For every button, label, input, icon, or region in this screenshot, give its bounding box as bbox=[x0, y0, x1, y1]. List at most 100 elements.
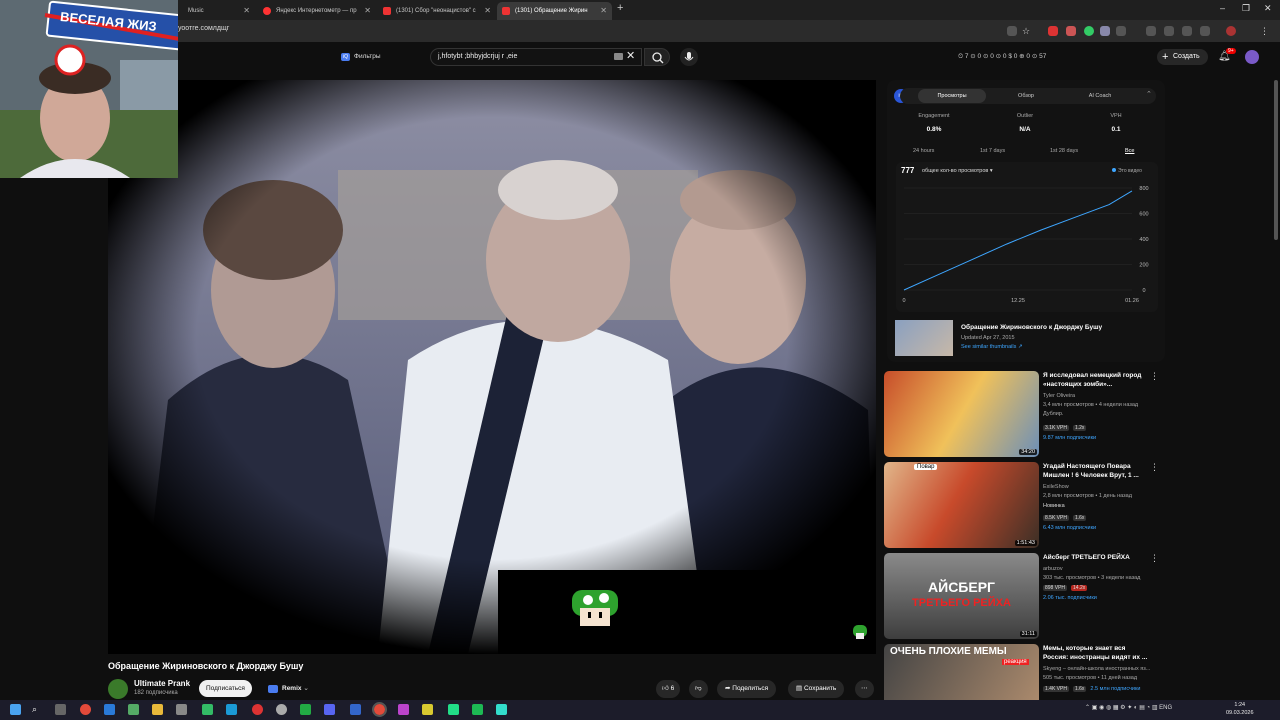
folder-icon[interactable] bbox=[152, 704, 163, 715]
app-icon[interactable] bbox=[128, 704, 139, 715]
app-icon[interactable] bbox=[176, 704, 187, 715]
like-button[interactable]: 👍︎ 6 bbox=[656, 680, 681, 698]
more-icon[interactable]: ⋮ bbox=[1150, 371, 1159, 382]
tab-music[interactable]: Music ✕ bbox=[170, 2, 255, 20]
more-icon[interactable]: ⋮ bbox=[1150, 462, 1159, 473]
close-icon[interactable]: ✕ bbox=[243, 2, 250, 20]
app-icon[interactable] bbox=[252, 704, 263, 715]
sidebar-icon[interactable] bbox=[1164, 26, 1174, 36]
app-icon[interactable] bbox=[104, 704, 115, 715]
extension-icon[interactable] bbox=[1200, 26, 1210, 36]
save-button[interactable]: ▤ Сохранить bbox=[788, 680, 845, 698]
more-actions-button[interactable]: ⋯ bbox=[855, 680, 874, 698]
channel-avatar[interactable] bbox=[108, 679, 128, 699]
range-28d[interactable]: 1st 28 days bbox=[1050, 148, 1078, 154]
views-metric-select[interactable]: общее кол-во просмотров ▾ bbox=[922, 168, 993, 174]
telegram-icon[interactable] bbox=[226, 704, 237, 715]
rec-channel[interactable]: Tyler Oliveira bbox=[1043, 393, 1075, 399]
search-icon[interactable]: ⌕ bbox=[32, 704, 43, 715]
search-button[interactable] bbox=[644, 48, 670, 66]
app-icon[interactable] bbox=[202, 704, 213, 715]
extension-icon[interactable] bbox=[1066, 26, 1076, 36]
profile-icon[interactable] bbox=[1226, 26, 1236, 36]
tab-views[interactable]: Просмотры bbox=[918, 89, 986, 103]
new-tab-button[interactable]: + bbox=[617, 2, 623, 14]
similar-thumbnails-link[interactable]: See similar thumbnails ↗ bbox=[961, 344, 1022, 350]
share-label: Поделиться bbox=[732, 685, 769, 692]
puzzle-icon[interactable] bbox=[1146, 26, 1156, 36]
keyboard-icon[interactable] bbox=[614, 53, 623, 60]
subscribe-button[interactable]: Подписаться bbox=[199, 680, 252, 697]
channel-name[interactable]: Ultimate Prank bbox=[134, 679, 190, 688]
task-view-icon[interactable] bbox=[55, 704, 66, 715]
tab-overview[interactable]: Обзор bbox=[992, 89, 1060, 103]
tab-yandex[interactable]: Яндекс Интернетометр — пр ✕ bbox=[258, 2, 376, 20]
recommendation-item[interactable]: Повар 1:51:43 Угадай Настоящего Повара М… bbox=[884, 462, 1159, 550]
recommendation-item[interactable]: 34:20 Я исследовал немецкий город «насто… bbox=[884, 371, 1159, 459]
close-window-icon[interactable]: ✕ bbox=[1264, 3, 1272, 14]
spotify-icon[interactable] bbox=[472, 704, 483, 715]
close-icon[interactable]: ✕ bbox=[484, 2, 491, 20]
app-icon[interactable] bbox=[422, 704, 433, 715]
app-icon[interactable] bbox=[448, 704, 459, 715]
download-icon[interactable] bbox=[1182, 26, 1192, 36]
extension-icon[interactable] bbox=[1048, 26, 1058, 36]
rec-channel[interactable]: arbuzov bbox=[1043, 566, 1063, 572]
discord-icon[interactable] bbox=[324, 704, 335, 715]
rec-title[interactable]: Айсберг ТРЕТЬЕГО РЕЙХА bbox=[1043, 553, 1148, 562]
dislike-button[interactable]: 👎︎ bbox=[689, 680, 708, 698]
maximize-icon[interactable]: ❐ bbox=[1242, 3, 1250, 14]
range-24h[interactable]: 24 hours bbox=[913, 148, 934, 154]
extension-icon[interactable] bbox=[1100, 26, 1110, 36]
start-icon[interactable] bbox=[10, 704, 21, 715]
video-thumbnail[interactable]: АЙСБЕРГ ТРЕТЬЕГО РЕЙХА 31:11 bbox=[884, 553, 1039, 639]
url-field[interactable]: уоотге.сомлдщг bbox=[178, 25, 229, 32]
close-icon[interactable]: ✕ bbox=[600, 2, 607, 20]
filters-button[interactable]: iQ Фильтры bbox=[338, 50, 381, 64]
remix-button[interactable]: Remix ⌄ bbox=[266, 681, 309, 697]
tab-youtube-active[interactable]: (1301) Обращение Жирин ✕ bbox=[497, 2, 612, 20]
range-7d[interactable]: 1st 7 days bbox=[980, 148, 1005, 154]
language-indicator[interactable]: ENG bbox=[1159, 705, 1172, 711]
extension-icon[interactable] bbox=[1116, 26, 1126, 36]
video-thumbnail[interactable]: 34:20 bbox=[884, 371, 1039, 457]
chrome-icon[interactable] bbox=[80, 704, 91, 715]
avatar[interactable] bbox=[1245, 50, 1259, 64]
close-icon[interactable]: ✕ bbox=[364, 2, 371, 20]
recommendation-item[interactable]: ОЧЕНЬ ПЛОХИЕ МЕМЫ реакция Мемы, которые … bbox=[884, 644, 1154, 700]
tab-ai-coach[interactable]: AI Coach bbox=[1066, 89, 1134, 103]
tab-youtube-1[interactable]: (1301) Сбор "неонацистов" с ✕ bbox=[378, 2, 496, 20]
system-tray[interactable]: ⌃ ▣ ◉ ◍ ▦ ⚙ ✦ ◐ ▤ ◔ ▥ ENG bbox=[1085, 704, 1172, 711]
app-icon[interactable] bbox=[276, 704, 287, 715]
minimize-icon[interactable]: – bbox=[1220, 3, 1225, 13]
more-icon[interactable]: ⋮ bbox=[1150, 553, 1159, 564]
range-all[interactable]: Все bbox=[1125, 148, 1134, 154]
create-button[interactable]: Создать bbox=[1157, 49, 1208, 65]
star-icon[interactable]: ☆ bbox=[1022, 26, 1032, 36]
rec-title[interactable]: Я исследовал немецкий город «настоящих з… bbox=[1043, 371, 1148, 389]
rec-title[interactable]: Мемы, которые знает вся Россия: иностран… bbox=[1043, 644, 1148, 662]
menu-icon[interactable]: ⋮ bbox=[1260, 26, 1270, 36]
chrome-active-icon[interactable] bbox=[372, 702, 387, 717]
chevron-up-icon[interactable]: ⌃ bbox=[1146, 90, 1152, 98]
clear-search-icon[interactable]: ✕ bbox=[626, 49, 635, 62]
share-button[interactable]: ➦ Поделиться bbox=[717, 680, 777, 698]
rec-channel[interactable]: ExileShow bbox=[1043, 484, 1069, 490]
search-input[interactable]: j,hfotybt ;bhbyjdcrjuj r ,eie bbox=[430, 48, 642, 66]
app-icon[interactable] bbox=[398, 704, 409, 715]
extension-icon[interactable] bbox=[1084, 26, 1094, 36]
video-thumbnail[interactable]: Повар 1:51:43 bbox=[884, 462, 1039, 548]
mic-button[interactable] bbox=[680, 48, 698, 66]
video-thumbnail[interactable]: ОЧЕНЬ ПЛОХИЕ МЕМЫ реакция bbox=[884, 644, 1039, 700]
install-icon[interactable] bbox=[1007, 26, 1017, 36]
recommendation-item[interactable]: АЙСБЕРГ ТРЕТЬЕГО РЕЙХА 31:11 Айсберг ТРЕ… bbox=[884, 553, 1159, 641]
scrollbar[interactable] bbox=[1274, 80, 1278, 240]
app-icon[interactable] bbox=[350, 704, 361, 715]
app-icon[interactable] bbox=[300, 704, 311, 715]
more-icon[interactable]: ⋮ bbox=[1150, 644, 1154, 655]
app-icon[interactable] bbox=[496, 704, 507, 715]
rec-title[interactable]: Угадай Настоящего Повара Мишлен ! 6 Чело… bbox=[1043, 462, 1148, 480]
video-player[interactable] bbox=[108, 80, 876, 654]
clock[interactable]: 1:24 09.03.2026 bbox=[1226, 701, 1254, 717]
rec-channel[interactable]: Skyeng – онлайн-школа иностранных яз... bbox=[1043, 666, 1150, 672]
